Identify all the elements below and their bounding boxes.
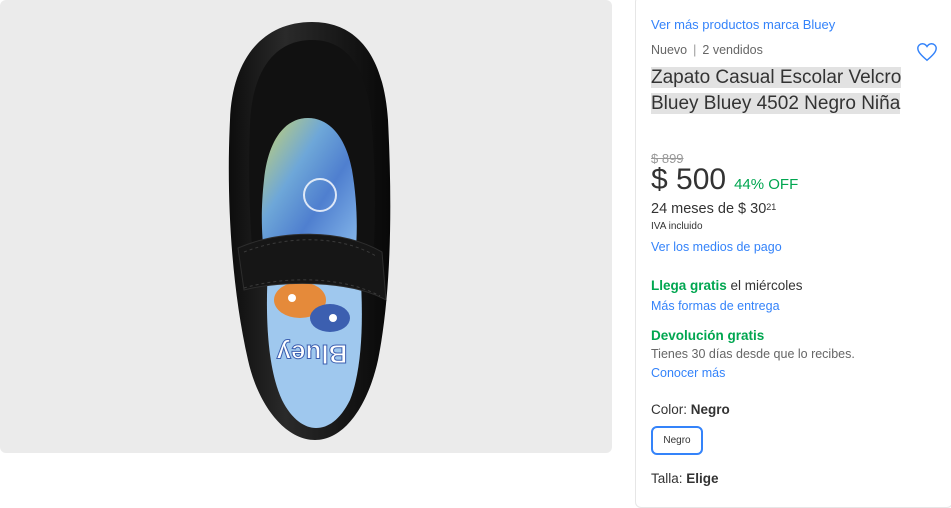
product-title: Zapato Casual Escolar Velcro Bluey Bluey…	[651, 65, 916, 117]
heart-icon[interactable]	[916, 41, 938, 63]
condition-sold: Nuevo | 2 vendidos	[651, 43, 763, 57]
brand-products-link[interactable]: Ver más productos marca Bluey	[651, 17, 835, 32]
returns-description: Tienes 30 días desde que lo recibes.	[651, 347, 855, 361]
product-title-text: Zapato Casual Escolar Velcro Bluey Bluey…	[651, 67, 902, 114]
product-image[interactable]: Bluey	[0, 0, 612, 453]
color-label: Color: Negro	[651, 402, 730, 417]
discount-badge: 44% OFF	[734, 176, 799, 193]
delivery-options-link[interactable]: Más formas de entrega	[651, 299, 780, 313]
shipping-info: Llega gratis el miércoles	[651, 278, 803, 293]
selected-color: Negro	[690, 402, 730, 417]
installments-cents: 21	[766, 202, 777, 212]
product-gallery[interactable]: Bluey	[0, 0, 612, 453]
insole-brand-text: Bluey	[276, 339, 347, 369]
color-label-text: Color:	[651, 402, 691, 417]
separator: |	[693, 43, 697, 57]
free-shipping-label: Llega gratis	[651, 278, 727, 293]
learn-more-link[interactable]: Conocer más	[651, 366, 725, 380]
size-selector[interactable]: Elige	[686, 471, 718, 486]
installments-text: 24 meses de $ 30	[651, 201, 767, 217]
product-details-panel: Ver más productos marca Bluey Nuevo | 2 ve…	[635, 0, 951, 508]
size-label-text: Talla:	[651, 471, 687, 486]
condition-label: Nuevo	[651, 43, 688, 57]
payment-methods-link[interactable]: Ver los medios de pago	[651, 240, 782, 254]
price-row: $ 500 44% OFF	[651, 163, 798, 197]
sold-count: 2 vendidos	[702, 43, 763, 57]
installments: 24 meses de $ 3021	[651, 201, 776, 217]
tax-note: IVA incluido	[651, 221, 703, 232]
size-label: Talla: Elige	[651, 471, 719, 486]
shipping-day: el miércoles	[726, 278, 803, 293]
current-price: $ 500	[651, 163, 727, 196]
color-option-negro[interactable]: Negro	[651, 426, 703, 455]
free-returns-label: Devolución gratis	[651, 328, 765, 343]
